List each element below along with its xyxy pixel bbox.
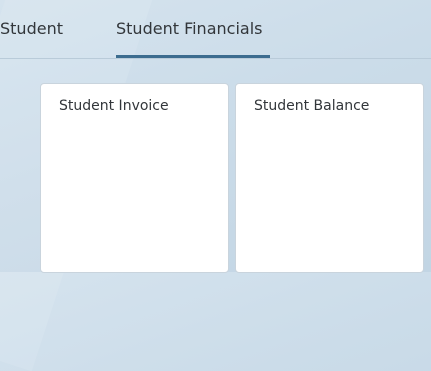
tab-bar-divider bbox=[0, 58, 431, 59]
tab-bar: Student Student Financials bbox=[0, 0, 431, 58]
tab-student-financials[interactable]: Student Financials bbox=[116, 19, 262, 38]
tab-student[interactable]: Student bbox=[0, 19, 63, 38]
tile-student-balance[interactable]: Student Balance bbox=[235, 83, 424, 273]
tile-student-invoice[interactable]: Student Invoice bbox=[40, 83, 229, 273]
tile-title: Student Invoice bbox=[59, 98, 169, 114]
tile-title: Student Balance bbox=[254, 98, 370, 114]
